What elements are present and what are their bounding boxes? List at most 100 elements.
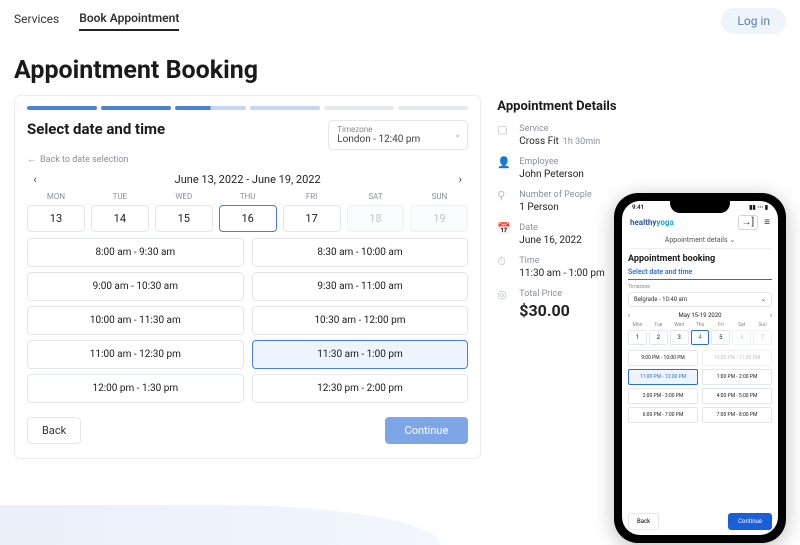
- day-of-week: MON: [27, 192, 85, 201]
- detail-row: 👤 Employee John Peterson: [497, 157, 782, 180]
- phone-time-slot[interactable]: 11:00 PM - 12:00 PM: [628, 369, 698, 385]
- phone-enter-icon[interactable]: →]: [738, 215, 759, 230]
- time-slot[interactable]: 9:30 am - 11:00 am: [252, 272, 469, 301]
- phone-day[interactable]: 4: [691, 330, 710, 345]
- detail-icon: 👤: [497, 157, 511, 168]
- phone-prev-week[interactable]: ‹: [628, 312, 630, 319]
- chevron-down-icon: ⌄: [454, 130, 462, 140]
- price-label: Total Price: [519, 289, 570, 299]
- day-of-week: SAT: [347, 192, 405, 201]
- day-17[interactable]: 17: [283, 205, 341, 232]
- phone-dow: Fri: [711, 322, 730, 328]
- day-18: 18: [347, 205, 405, 232]
- phone-time-slot[interactable]: 1:00 PM - 2:00 PM: [702, 369, 772, 385]
- detail-value: Cross Fit: [519, 136, 559, 147]
- tag-icon: ◎: [497, 289, 511, 300]
- back-link-label: Back to date selection: [40, 155, 128, 165]
- detail-icon: ⚲: [497, 190, 511, 201]
- nav-book-appointment[interactable]: Book Appointment: [79, 11, 179, 31]
- phone-day[interactable]: 3: [670, 330, 689, 345]
- day-of-week: SUN: [410, 192, 468, 201]
- phone-time-slot[interactable]: 6:00 PM - 7:00 PM: [628, 407, 698, 423]
- arrow-left-icon: ←: [27, 154, 36, 165]
- phone-dow: Thu: [691, 322, 710, 328]
- phone-week-range: May 15-19 2020: [679, 312, 722, 319]
- back-to-date-link[interactable]: ← Back to date selection: [27, 154, 468, 165]
- week-range: June 13, 2022 - June 19, 2022: [175, 173, 321, 186]
- phone-back-button[interactable]: Back: [628, 513, 659, 530]
- progress-steps: [27, 106, 468, 110]
- time-slot[interactable]: 10:00 am - 11:30 am: [27, 306, 244, 335]
- days-row: MON13TUE14WED15THU16FRI17SAT18SUN19: [27, 192, 468, 232]
- page-title: Appointment Booking: [14, 56, 786, 85]
- time-slot[interactable]: 12:00 pm - 1:30 pm: [27, 374, 244, 403]
- phone-day: 5: [732, 330, 751, 345]
- day-of-week: FRI: [283, 192, 341, 201]
- nav-services[interactable]: Services: [14, 12, 59, 30]
- time-slot[interactable]: 11:30 am - 1:00 pm: [252, 340, 469, 369]
- phone-breadcrumb[interactable]: Appointment details ⌄: [622, 236, 778, 244]
- detail-row: ▢ Service Cross Fit 1h 30min: [497, 124, 782, 147]
- time-slot[interactable]: 12:30 pm - 2:00 pm: [252, 374, 469, 403]
- price-value: $30.00: [519, 301, 570, 320]
- date-time-panel: Select date and time Timezone London - 1…: [14, 95, 481, 459]
- phone-title: Appointment booking: [628, 254, 772, 264]
- phone-tz-select[interactable]: Belgrade - 10:40 am ⌄: [628, 292, 772, 307]
- detail-value: John Peterson: [519, 169, 584, 180]
- prev-week-button[interactable]: ‹: [27, 173, 43, 186]
- phone-dow: Tue: [649, 322, 668, 328]
- day-14[interactable]: 14: [91, 205, 149, 232]
- phone-tz-value: Belgrade - 10:40 am: [634, 296, 687, 303]
- timezone-label: Timezone: [337, 125, 443, 134]
- details-heading: Appointment Details: [497, 99, 782, 114]
- detail-icon: ▢: [497, 124, 511, 135]
- phone-logo: healthyyoga: [630, 218, 674, 227]
- phone-dow: Mon: [628, 322, 647, 328]
- phone-time-slot[interactable]: 4:00 PM - 5:00 PM: [702, 388, 772, 404]
- day-19: 19: [410, 205, 468, 232]
- login-button[interactable]: Log in: [721, 8, 786, 34]
- phone-day[interactable]: 1: [628, 330, 647, 345]
- day-13[interactable]: 13: [27, 205, 85, 232]
- detail-value: June 16, 2022: [519, 235, 582, 246]
- chevron-down-icon: ⌄: [761, 296, 766, 303]
- hamburger-icon[interactable]: ≡: [764, 217, 770, 228]
- time-slot[interactable]: 9:00 am - 10:30 am: [27, 272, 244, 301]
- slots-column-left: 8:00 am - 9:30 am 9:00 am - 10:30 am 10:00…: [27, 238, 244, 403]
- day-of-week: THU: [219, 192, 277, 201]
- phone-time-slot: 10:00 PM - 11:00 PM: [702, 350, 772, 366]
- next-week-button[interactable]: ›: [452, 173, 468, 186]
- phone-next-week[interactable]: ›: [770, 312, 772, 319]
- phone-status-time: 9:41: [632, 204, 644, 211]
- panel-heading: Select date and time: [27, 120, 165, 138]
- phone-day: 7: [753, 330, 772, 345]
- day-16[interactable]: 16: [219, 205, 277, 232]
- continue-button[interactable]: Continue: [385, 417, 469, 444]
- detail-icon: ⏱: [497, 256, 511, 267]
- detail-label: Number of People: [519, 190, 591, 200]
- detail-label: Date: [519, 223, 582, 233]
- detail-label: Employee: [519, 157, 584, 167]
- phone-time-slot[interactable]: 7:00 PM - 8:00 PM: [702, 407, 772, 423]
- time-slot[interactable]: 8:00 am - 9:30 am: [27, 238, 244, 267]
- time-slot[interactable]: 10:30 am - 12:00 pm: [252, 306, 469, 335]
- phone-tz-label: Timezone: [628, 284, 772, 290]
- phone-continue-button[interactable]: Continue: [728, 513, 772, 530]
- detail-label: Time: [519, 256, 604, 266]
- timezone-select[interactable]: Timezone London - 12:40 pm ⌄: [328, 120, 468, 150]
- timezone-value: London - 12:40 pm: [337, 134, 420, 145]
- phone-time-slot[interactable]: 2:00 PM - 3:00 PM: [628, 388, 698, 404]
- time-slot[interactable]: 11:00 am - 12:30 pm: [27, 340, 244, 369]
- day-15[interactable]: 15: [155, 205, 213, 232]
- phone-day[interactable]: 5: [711, 330, 730, 345]
- phone-day[interactable]: 2: [649, 330, 668, 345]
- back-button[interactable]: Back: [27, 417, 81, 444]
- phone-dow: Wed: [670, 322, 689, 328]
- detail-sub: 1h 30min: [563, 137, 600, 147]
- phone-time-slot[interactable]: 9:00 PM - 10:00 PM: [628, 350, 698, 366]
- detail-label: Service: [519, 124, 600, 134]
- slots-column-right: 8:30 am - 10:00 am 9:30 am - 11:00 am 10:3…: [252, 238, 469, 403]
- top-nav: Services Book Appointment Log in: [0, 0, 800, 42]
- phone-subtitle: Select date and time: [628, 268, 772, 280]
- time-slot[interactable]: 8:30 am - 10:00 am: [252, 238, 469, 267]
